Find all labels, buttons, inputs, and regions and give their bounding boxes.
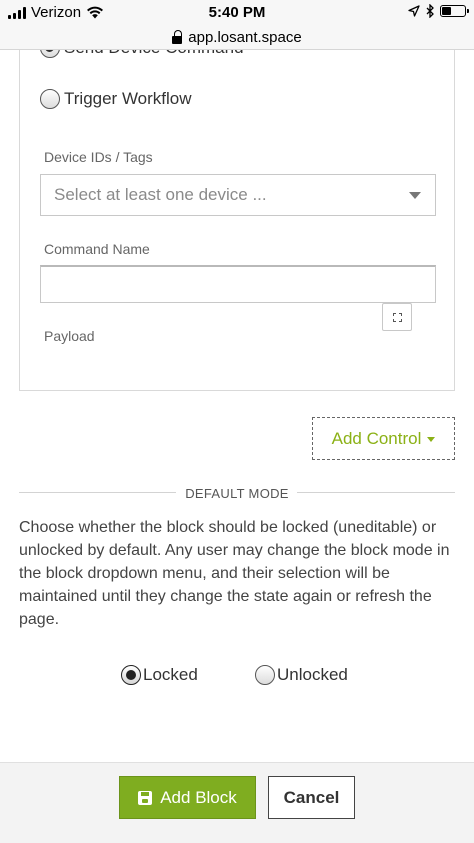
caret-down-icon: [427, 437, 436, 442]
divider-right: [297, 492, 455, 493]
clock: 5:40 PM: [208, 4, 266, 21]
radio-label: Unlocked: [277, 665, 348, 684]
radio-button[interactable]: [40, 89, 60, 109]
status-right: [408, 4, 469, 18]
add-control-label: Add Control: [331, 428, 422, 448]
radio-send-device-command[interactable]: Send Device Command: [40, 50, 244, 58]
modal-footer: Add Block Cancel: [0, 762, 474, 843]
radio-label: Trigger Workflow: [64, 89, 192, 108]
radio-locked[interactable]: Locked: [121, 665, 198, 685]
status-bar: Verizon 5:40 PM: [0, 0, 474, 26]
cancel-button[interactable]: Cancel: [268, 776, 355, 819]
payload-label: Payload: [44, 328, 95, 344]
command-name-input[interactable]: [40, 265, 436, 303]
device-ids-label: Device IDs / Tags: [44, 149, 153, 165]
radio-unlocked[interactable]: Unlocked: [255, 665, 348, 685]
expand-icon: [392, 312, 402, 322]
radio-trigger-workflow[interactable]: Trigger Workflow: [40, 89, 192, 109]
url-bar[interactable]: app.losant.space: [0, 26, 474, 50]
chevron-down-icon: [409, 192, 421, 199]
device-ids-select[interactable]: Select at least one device ...: [40, 174, 436, 216]
radio-label: Locked: [143, 665, 198, 684]
save-icon: [138, 790, 153, 805]
add-control-button[interactable]: Add Control: [312, 417, 455, 460]
location-icon: [408, 5, 420, 17]
bluetooth-icon: [426, 4, 434, 18]
default-mode-heading: DEFAULT MODE: [185, 486, 289, 501]
expand-editor-button[interactable]: [382, 303, 412, 331]
lock-icon: [172, 29, 183, 45]
block-config-panel: Send Device Command Trigger Workflow Dev…: [19, 50, 455, 391]
radio-button[interactable]: [40, 50, 60, 58]
add-block-label: Add Block: [160, 787, 237, 807]
radio-button[interactable]: [121, 665, 141, 685]
command-name-label: Command Name: [44, 241, 150, 257]
add-block-button[interactable]: Add Block: [119, 776, 256, 819]
default-mode-description: Choose whether the block should be locke…: [19, 519, 450, 628]
device-ids-placeholder: Select at least one device ...: [54, 185, 267, 204]
url-text[interactable]: app.losant.space: [188, 29, 301, 46]
radio-label: Send Device Command: [64, 50, 244, 58]
battery-icon: [440, 5, 469, 17]
cancel-label: Cancel: [283, 787, 340, 807]
battery-fill: [442, 7, 452, 15]
radio-button[interactable]: [255, 665, 275, 685]
